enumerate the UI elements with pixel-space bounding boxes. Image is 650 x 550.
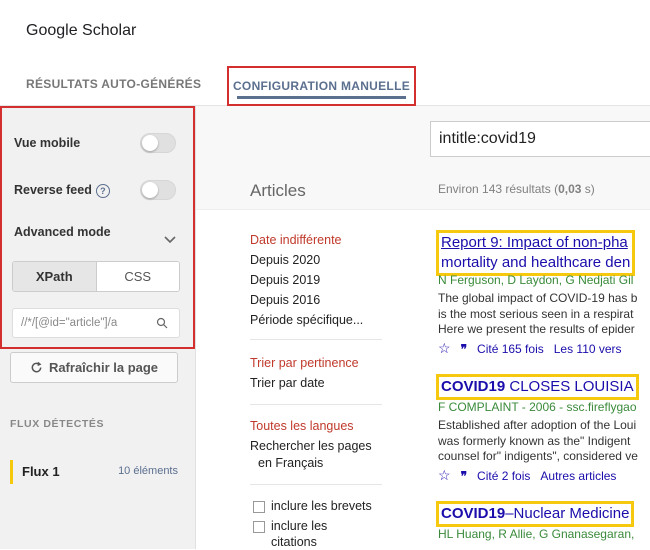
divider xyxy=(250,484,382,485)
flux-name: Flux 1 xyxy=(22,464,60,479)
quote-icon[interactable]: ❞ xyxy=(461,342,467,356)
tab-manual-config[interactable]: CONFIGURATION MANUELLE xyxy=(227,66,416,106)
advanced-mode-label[interactable]: Advanced mode xyxy=(14,225,111,239)
vue-mobile-toggle[interactable] xyxy=(140,133,176,153)
tab-manual-config-label: CONFIGURATION MANUELLE xyxy=(232,79,411,93)
flux-heading: FLUX DÉTECTÉS xyxy=(10,418,105,430)
include-patents-checkbox[interactable] xyxy=(253,501,265,513)
xpath-field xyxy=(12,308,180,338)
articles-label: Articles xyxy=(250,181,306,200)
filter-since-2020[interactable]: Depuis 2020 xyxy=(250,253,320,267)
toggle-knob xyxy=(142,135,158,151)
css-button[interactable]: CSS xyxy=(96,262,179,291)
vue-mobile-label: Vue mobile xyxy=(14,136,81,150)
versions-link[interactable]: Autres articles xyxy=(540,469,616,483)
reverse-feed-toggle[interactable] xyxy=(140,180,176,200)
filter-custom-period[interactable]: Période spécifique... xyxy=(250,313,363,327)
chevron-down-icon[interactable] xyxy=(162,232,178,248)
sidebar: Vue mobile Reverse feed? Advanced mode X… xyxy=(0,106,196,549)
star-icon[interactable]: ☆ xyxy=(438,340,451,357)
filter-in-french[interactable]: en Français xyxy=(258,456,323,470)
selector-mode-switch: XPath CSS xyxy=(12,261,180,292)
filter-date-any[interactable]: Date indifférente xyxy=(250,233,342,247)
divider xyxy=(250,339,382,340)
result-actions: ☆ ❞ Cité 165 fois Les 110 vers xyxy=(438,340,622,357)
sort-date[interactable]: Trier par date xyxy=(250,376,325,390)
help-icon[interactable]: ? xyxy=(95,183,110,198)
filter-since-2016[interactable]: Depuis 2016 xyxy=(250,293,320,307)
result-title[interactable]: COVID19 CLOSES LOUISIA xyxy=(436,374,639,400)
cited-by-link[interactable]: Cité 2 fois xyxy=(477,469,530,483)
active-tab-indicator xyxy=(237,96,406,99)
reverse-feed-label: Reverse feed xyxy=(14,183,92,197)
search-icon[interactable] xyxy=(156,317,168,329)
refresh-page-button[interactable]: Rafraîchir la page xyxy=(10,352,178,383)
result-authors[interactable]: N Ferguson, D Laydon, G Nedjati Gil xyxy=(438,273,633,287)
versions-link[interactable]: Les 110 vers xyxy=(554,342,622,356)
result-snippet: The global impact of COVID-19 has b is th… xyxy=(438,291,638,336)
scholar-header: intitle:covid19 Articles Environ 143 rés… xyxy=(196,106,650,210)
quote-icon[interactable]: ❞ xyxy=(461,469,467,483)
result-authors[interactable]: HL Huang, R Allie, G Gnanasegaran, xyxy=(438,527,634,541)
toggle-knob xyxy=(142,182,158,198)
scholar-search-input[interactable]: intitle:covid19 xyxy=(430,121,650,157)
include-citations-label: inclure les citations xyxy=(271,519,328,549)
result-authors[interactable]: F COMPLAINT - 2006 - ssc.fireflygao xyxy=(438,400,637,414)
filters-panel: Date indifférente Depuis 2020 Depuis 201… xyxy=(196,210,396,549)
filter-search-pages[interactable]: Rechercher les pages xyxy=(250,439,372,453)
include-citations-checkbox[interactable] xyxy=(253,521,265,533)
divider xyxy=(250,404,382,405)
flux-count: 10 éléments xyxy=(118,465,178,477)
result-title[interactable]: Report 9: Impact of non-pha mortality and… xyxy=(436,230,636,276)
tab-auto-results[interactable]: RÉSULTATS AUTO-GÉNÉRÉS xyxy=(26,62,201,106)
flux-item[interactable]: Flux 1 10 éléments xyxy=(10,460,186,484)
reverse-feed-row: Reverse feed? xyxy=(14,183,110,198)
refresh-label: Rafraîchir la page xyxy=(48,360,159,375)
flux-indicator xyxy=(10,460,13,484)
result-actions: ☆ ❞ Cité 2 fois Autres articles xyxy=(438,467,616,484)
app-title: Google Scholar xyxy=(26,22,137,39)
include-patents-label: inclure les brevets xyxy=(271,499,372,513)
result-snippet: Established after adoption of the Loui wa… xyxy=(438,418,638,463)
xpath-input[interactable] xyxy=(21,317,156,329)
filter-since-2019[interactable]: Depuis 2019 xyxy=(250,273,320,287)
filter-all-languages[interactable]: Toutes les langues xyxy=(250,419,354,433)
cited-by-link[interactable]: Cité 165 fois xyxy=(477,342,544,356)
result-title[interactable]: COVID19–Nuclear Medicine xyxy=(436,501,635,527)
xpath-button[interactable]: XPath xyxy=(13,262,97,291)
results-list: Report 9: Impact of non-pha mortality and… xyxy=(436,210,650,549)
star-icon[interactable]: ☆ xyxy=(438,467,451,484)
results-count: Environ 143 résultats (0,03 s) xyxy=(438,182,595,196)
sort-relevance[interactable]: Trier par pertinence xyxy=(250,356,359,370)
tab-bar: RÉSULTATS AUTO-GÉNÉRÉS CONFIGURATION MAN… xyxy=(0,62,650,106)
app-header: Google Scholar xyxy=(0,0,650,62)
settings-panel: Vue mobile Reverse feed? Advanced mode X… xyxy=(0,106,195,349)
refresh-icon xyxy=(31,361,42,373)
